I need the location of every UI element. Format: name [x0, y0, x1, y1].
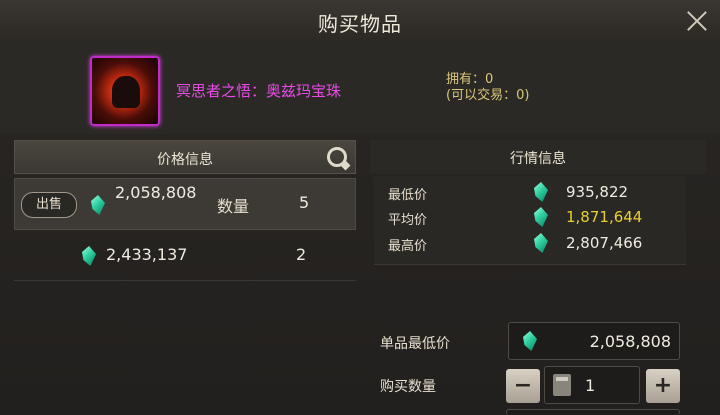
- ownership-info: 拥有：0 (可以交易：0): [446, 72, 529, 104]
- buy-item-dialog: 购买物品 冥思者之悟：奥兹玛宝珠 拥有：0 (可以交易：0) 价格信息 出售 2…: [0, 0, 720, 415]
- item-orb-icon: [90, 56, 160, 126]
- listing-row[interactable]: 出售 2,058,808 数量 5: [14, 178, 356, 230]
- price-info-header: 价格信息: [14, 140, 356, 174]
- price-info-title: 价格信息: [157, 152, 213, 168]
- market-info-panel: 最低价 935,822 平均价 1,871,644 最高价 2,807,466: [374, 176, 686, 265]
- gem-currency-icon: [534, 207, 548, 227]
- unit-min-price-label: 单品最低价: [380, 336, 450, 352]
- market-info-header: 行情信息: [370, 140, 706, 174]
- quantity-value: 1: [585, 376, 596, 395]
- increase-quantity-button[interactable]: +: [646, 369, 680, 403]
- quantity-label: 数量: [217, 197, 250, 216]
- highest-price-value: 2,807,466: [566, 234, 643, 252]
- unit-min-price-value: 2,058,808: [589, 332, 671, 351]
- average-price-value: 1,871,644: [566, 208, 643, 226]
- refresh-icon[interactable]: [327, 147, 347, 167]
- purchase-quantity-label: 购买数量: [380, 379, 436, 395]
- dialog-title: 购买物品: [318, 12, 402, 36]
- calculator-icon[interactable]: [553, 374, 571, 396]
- listing-price: 2,433,137: [106, 245, 188, 264]
- market-info-title: 行情信息: [510, 151, 566, 167]
- lowest-price-label: 最低价: [388, 188, 428, 203]
- item-silhouette: [112, 76, 140, 108]
- total-price-field: [506, 409, 680, 415]
- decrease-quantity-button[interactable]: −: [506, 369, 540, 403]
- listing-quantity: 2: [296, 245, 307, 264]
- highest-price-label: 最高价: [388, 239, 428, 254]
- item-name: 冥思者之悟：奥兹玛宝珠: [176, 82, 342, 100]
- quantity-input[interactable]: 1: [544, 366, 640, 404]
- average-price-label: 平均价: [388, 213, 428, 228]
- listing-row[interactable]: 2,433,137 2: [14, 232, 356, 281]
- gem-currency-icon: [82, 246, 96, 266]
- listing-quantity: 5: [299, 193, 310, 212]
- gem-currency-icon: [523, 331, 537, 351]
- gem-currency-icon: [91, 195, 105, 215]
- listing-price: 2,058,808: [115, 183, 197, 202]
- sell-button[interactable]: 出售: [21, 192, 77, 218]
- close-icon[interactable]: [684, 8, 710, 34]
- gem-currency-icon: [534, 182, 548, 202]
- unit-min-price-field: 2,058,808: [508, 322, 680, 360]
- tradable-count: (可以交易：0): [446, 88, 530, 103]
- owned-count: 拥有：0: [446, 72, 494, 87]
- gem-currency-icon: [534, 233, 548, 253]
- lowest-price-value: 935,822: [566, 183, 629, 201]
- title-bar: 购买物品: [0, 0, 720, 45]
